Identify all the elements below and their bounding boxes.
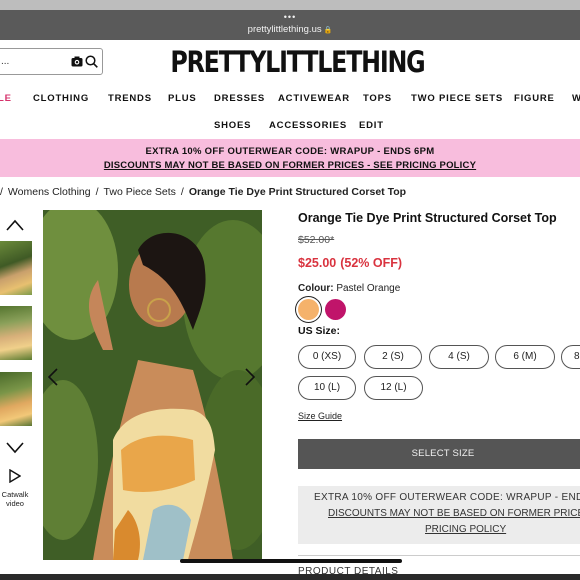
site-logo[interactable]: PRETTYLITTLETHING (53, 45, 541, 79)
nav-item-clothing[interactable]: CLOTHING (33, 93, 89, 104)
search-placeholder: ... (1, 56, 10, 67)
select-size-button[interactable]: SELECT SIZE (298, 439, 580, 469)
nav-item-two-piece-sets[interactable]: TWO PIECE SETS (411, 93, 503, 104)
browser-url-bar[interactable]: ••• prettylittlething.us 🔒 (0, 10, 580, 40)
gallery-thumbnail[interactable] (0, 306, 32, 360)
breadcrumb: / Womens Clothing / Two Piece Sets / Orange T… (0, 186, 406, 198)
chevron-left-icon[interactable] (48, 368, 58, 386)
browser-menu-dots[interactable]: ••• (0, 13, 580, 22)
size-button-8[interactable]: 8 (561, 345, 580, 369)
colour-swatch-pink[interactable] (325, 299, 346, 320)
colour-value: Pastel Orange (336, 283, 401, 294)
home-indicator (180, 559, 402, 563)
nav-item-more[interactable]: W (572, 93, 580, 104)
lock-icon: 🔒 (323, 27, 333, 34)
pricing-policy-link[interactable]: PRICING POLICY (425, 524, 506, 535)
nav-item-dresses[interactable]: DRESSES (214, 93, 265, 104)
nav-item-shoes[interactable]: SHOES (214, 120, 251, 131)
nav-item-activewear[interactable]: ACTIVEWEAR (278, 93, 350, 104)
secondary-nav: SHOES ACCESSORIES EDIT (0, 120, 580, 132)
product-photo (43, 210, 262, 560)
size-button-6-m[interactable]: 6 (M) (495, 345, 555, 369)
size-guide-link[interactable]: Size Guide (298, 411, 342, 421)
colour-swatch-pastel-orange[interactable] (298, 299, 319, 320)
size-button-10-l[interactable]: 10 (L) (298, 376, 356, 400)
sale-price: $25.00 (52% OFF) (298, 256, 403, 270)
discount-percent: (52% OFF) (340, 256, 403, 270)
promo-code-text: EXTRA 10% OFF OUTERWEAR CODE: WRAPUP - E… (314, 492, 580, 503)
promo-code-text: EXTRA 10% OFF OUTERWEAR CODE: WRAPUP - E… (145, 146, 435, 157)
nav-item-sale[interactable]: LE (0, 93, 12, 104)
product-title: Orange Tie Dye Print Structured Corset T… (298, 211, 557, 225)
breadcrumb-womens-clothing[interactable]: Womens Clothing (8, 186, 91, 198)
breadcrumb-separator: / (95, 186, 99, 198)
nav-item-plus[interactable]: PLUS (168, 93, 197, 104)
original-price: $52.00* (298, 234, 335, 246)
main-nav: LE CLOTHING TRENDS PLUS DRESSES ACTIVEWE… (0, 93, 580, 105)
product-promo-box: EXTRA 10% OFF OUTERWEAR CODE: WRAPUP - E… (298, 486, 580, 544)
main-product-image[interactable] (43, 210, 262, 560)
promo-banner[interactable]: EXTRA 10% OFF OUTERWEAR CODE: WRAPUP - E… (0, 139, 580, 177)
breadcrumb-separator: / (180, 186, 184, 198)
gallery-thumbnail[interactable] (0, 372, 32, 426)
pricing-policy-link[interactable]: DISCOUNTS MAY NOT BE BASED ON FORMER PRI… (328, 508, 580, 519)
nav-item-edit[interactable]: EDIT (359, 120, 384, 131)
device-bottom-bar (0, 574, 580, 580)
chevron-right-icon[interactable] (245, 368, 255, 386)
breadcrumb-separator: / (0, 186, 3, 198)
colour-label: Colour: Pastel Orange (298, 283, 401, 294)
device-top-bar (0, 0, 580, 10)
catwalk-video-link[interactable]: Catwalk video (0, 490, 30, 508)
chevron-up-icon[interactable] (6, 219, 24, 231)
size-button-2-s[interactable]: 2 (S) (364, 345, 422, 369)
play-icon[interactable] (9, 469, 21, 483)
breadcrumb-current: Orange Tie Dye Print Structured Corset T… (188, 186, 407, 198)
nav-item-figure[interactable]: FIGURE (514, 93, 555, 104)
nav-item-accessories[interactable]: ACCESSORIES (269, 120, 347, 131)
size-button-12-l[interactable]: 12 (L) (364, 376, 423, 400)
breadcrumb-two-piece-sets[interactable]: Two Piece Sets (104, 186, 176, 198)
nav-item-tops[interactable]: TOPS (363, 93, 392, 104)
size-button-0-xs[interactable]: 0 (XS) (298, 345, 356, 369)
chevron-down-icon[interactable] (6, 442, 24, 454)
nav-item-trends[interactable]: TRENDS (108, 93, 152, 104)
url-text[interactable]: prettylittlething.us 🔒 (0, 24, 580, 37)
size-button-4-s[interactable]: 4 (S) (429, 345, 489, 369)
divider (298, 555, 580, 556)
size-label: US Size: (298, 325, 341, 337)
pricing-policy-link[interactable]: DISCOUNTS MAY NOT BE BASED ON FORMER PRI… (0, 160, 580, 171)
gallery-thumbnail[interactable] (0, 241, 32, 295)
